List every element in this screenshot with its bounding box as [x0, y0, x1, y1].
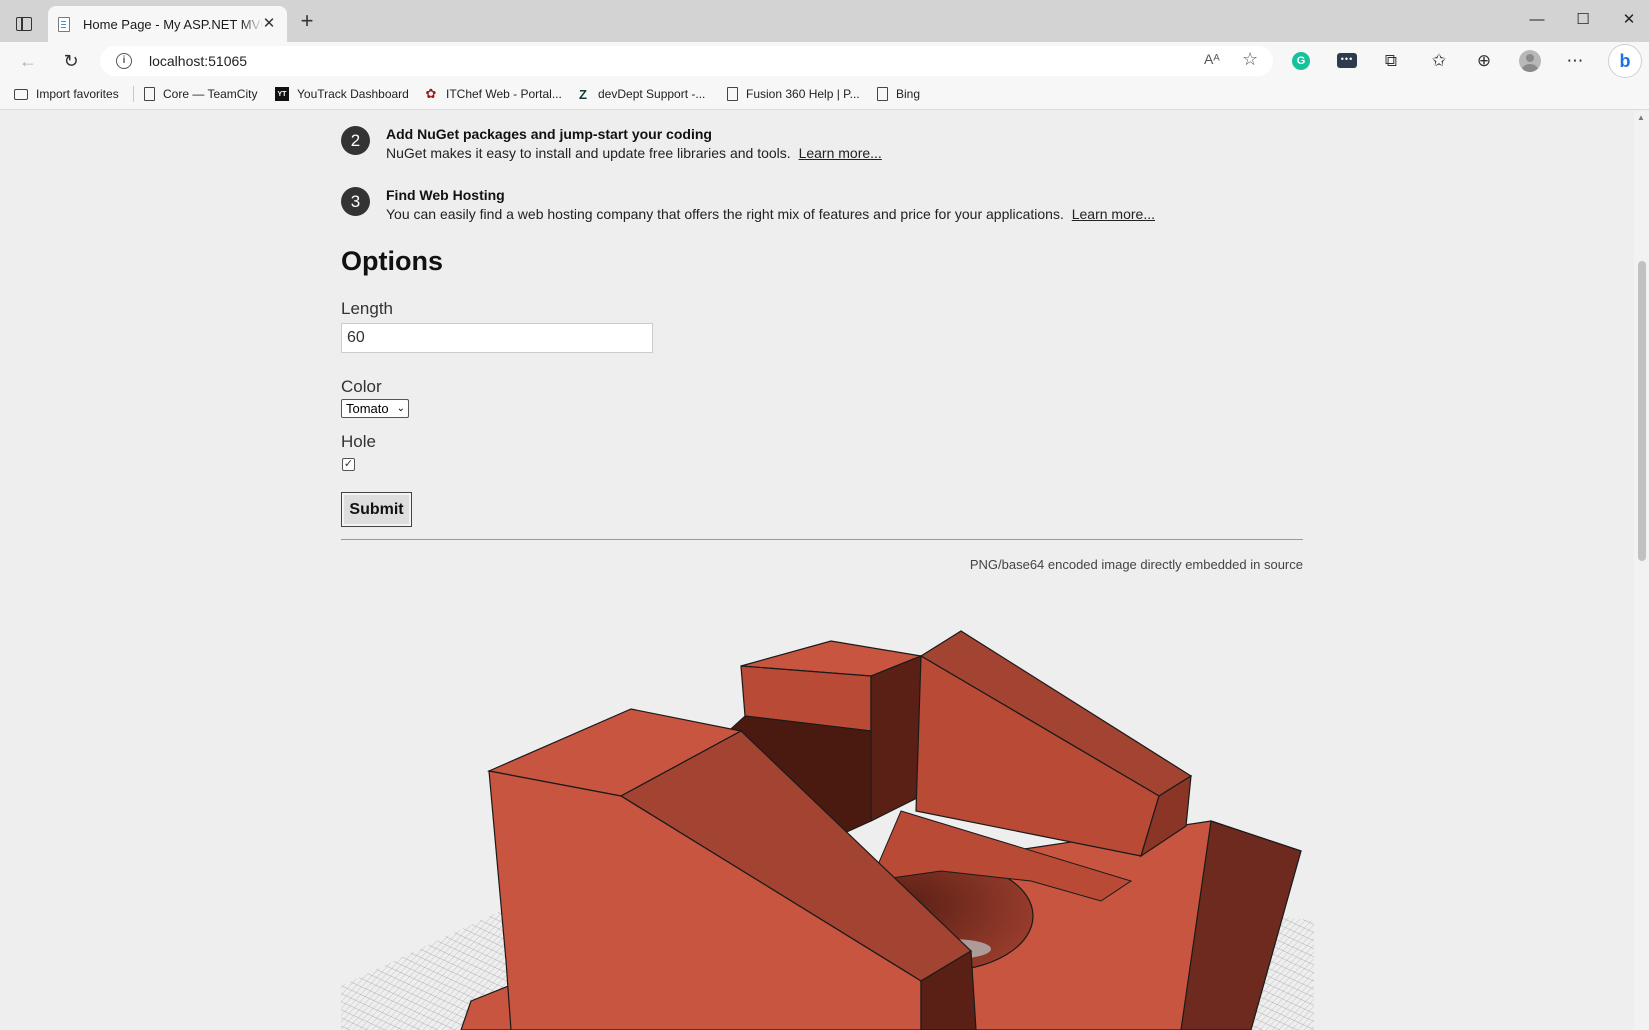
bookmark-teamcity[interactable]: Core — TeamCity: [144, 85, 257, 103]
bing-chat-icon[interactable]: b: [1608, 44, 1642, 78]
collections-icon[interactable]: ⊕: [1472, 49, 1496, 73]
minimize-icon[interactable]: —: [1525, 8, 1549, 32]
password-manager-icon[interactable]: •••: [1337, 53, 1357, 68]
step-description-text: You can easily find a web hosting compan…: [386, 206, 1064, 222]
address-bar[interactable]: i localhost:51065 Aᴬ ☆: [100, 46, 1273, 76]
step-description: You can easily find a web hosting compan…: [386, 206, 1155, 222]
divider: [341, 539, 1303, 540]
url-text[interactable]: localhost:51065: [149, 53, 247, 69]
browser-toolbar: ← ↻ i localhost:51065 Aᴬ ☆ G ••• ⧉ ✩ ⊕ ⋯…: [0, 42, 1649, 78]
bookmark-label: ITChef Web - Portal...: [446, 87, 562, 101]
more-menu-icon[interactable]: ⋯: [1563, 49, 1587, 73]
profile-avatar[interactable]: [1519, 50, 1541, 72]
step-heading: Add NuGet packages and jump-start your c…: [386, 126, 712, 142]
rendered-3d-model-image: [341, 630, 1314, 1030]
extensions-icon[interactable]: ⧉: [1379, 49, 1403, 73]
color-label: Color: [341, 377, 382, 396]
chevron-down-icon: ⌄: [396, 403, 405, 414]
maximize-icon[interactable]: ☐: [1571, 8, 1595, 32]
step-number-badge: 3: [341, 187, 370, 216]
bookmark-label: Bing: [896, 87, 921, 101]
page-icon: [727, 87, 738, 101]
bookmark-bing[interactable]: Bing: [877, 85, 920, 103]
bookmark-youtrack[interactable]: YT YouTrack Dashboard: [275, 85, 409, 103]
image-caption: PNG/base64 encoded image directly embedd…: [969, 557, 1303, 572]
folder-icon: [14, 88, 28, 100]
favorites-icon[interactable]: ✩: [1427, 49, 1451, 73]
refresh-icon[interactable]: ↻: [58, 48, 84, 74]
close-tab-icon[interactable]: ✕: [261, 16, 277, 32]
active-tab[interactable]: Home Page - My ASP.NET MVC Application ✕: [48, 6, 287, 42]
bookmark-label: Import favorites: [36, 87, 119, 101]
step-description-text: NuGet makes it easy to install and updat…: [386, 145, 791, 161]
length-input[interactable]: 60: [341, 323, 653, 353]
scroll-up-icon[interactable]: ▲: [1637, 113, 1645, 122]
site-info-icon[interactable]: i: [116, 53, 132, 69]
bookmark-fusion360[interactable]: Fusion 360 Help | P...: [727, 85, 860, 103]
read-aloud-icon[interactable]: Aᴬ: [1204, 51, 1220, 67]
bookmark-separator: [133, 86, 134, 102]
step-description: NuGet makes it easy to install and updat…: [386, 145, 882, 161]
step-heading: Find Web Hosting: [386, 187, 505, 203]
submit-button[interactable]: Submit: [341, 492, 412, 527]
length-label: Length: [341, 299, 393, 318]
options-heading: Options: [341, 246, 443, 276]
page-icon: [877, 87, 888, 101]
bookmark-label: devDept Support -...: [598, 87, 706, 101]
new-tab-icon[interactable]: +: [296, 10, 318, 33]
close-window-icon[interactable]: ✕: [1617, 8, 1641, 32]
tab-title: Home Page - My ASP.NET MVC Application: [83, 16, 263, 32]
youtrack-icon: YT: [275, 87, 289, 101]
bookmarks-bar: Import favorites Core — TeamCity YT YouT…: [0, 78, 1649, 110]
color-select-value: Tomato: [346, 401, 389, 416]
bookmark-label: Fusion 360 Help | P...: [746, 87, 860, 101]
scrollbar-thumb[interactable]: [1638, 261, 1646, 561]
grammarly-icon[interactable]: G: [1292, 52, 1310, 70]
page-scrollbar[interactable]: ▲: [1634, 111, 1649, 1030]
itchef-icon: ✿: [425, 86, 437, 101]
bookmark-label: YouTrack Dashboard: [297, 87, 409, 101]
page-icon: [144, 87, 155, 101]
color-select[interactable]: Tomato ⌄: [341, 399, 409, 418]
learn-more-link[interactable]: Learn more...: [799, 145, 882, 161]
hole-label: Hole: [341, 432, 376, 451]
back-icon[interactable]: ←: [15, 48, 41, 74]
step-number-badge: 2: [341, 126, 370, 155]
zendesk-icon: Z: [579, 86, 587, 102]
bookmark-import-favorites[interactable]: Import favorites: [14, 85, 119, 103]
tab-actions-icon[interactable]: [12, 12, 36, 36]
bookmark-devdept[interactable]: Z devDept Support -...: [576, 85, 705, 103]
bookmark-label: Core — TeamCity: [163, 87, 258, 101]
hole-checkbox[interactable]: ✓: [342, 458, 355, 471]
add-favorite-icon[interactable]: ☆: [1242, 49, 1258, 70]
page-favicon-icon: [58, 16, 70, 32]
bookmark-itchef[interactable]: ✿ ITChef Web - Portal...: [424, 85, 562, 103]
learn-more-link[interactable]: Learn more...: [1072, 206, 1155, 222]
page-viewport: 2 Add NuGet packages and jump-start your…: [0, 111, 1634, 1030]
tab-bar: Home Page - My ASP.NET MVC Application ✕…: [0, 0, 1649, 42]
